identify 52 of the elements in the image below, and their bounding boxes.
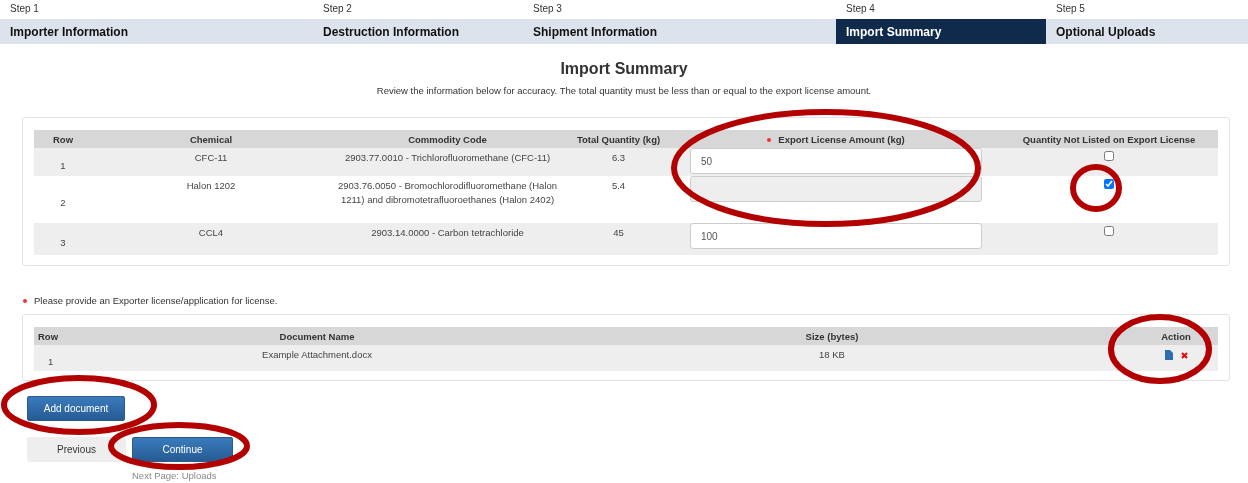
step-tab[interactable]: Import Summary bbox=[836, 19, 1046, 44]
table-cell: Example Attachment.docx bbox=[104, 345, 530, 371]
table-cell: 1 bbox=[34, 345, 104, 371]
next-page-hint: Next Page: Uploads bbox=[132, 470, 217, 481]
step-tab[interactable]: Optional Uploads bbox=[1046, 19, 1248, 44]
instructions-text: Review the information below for accuracy. The total quantity must be less than or equal to the export license amount. bbox=[376, 85, 872, 96]
add-document-button[interactable]: Add document bbox=[27, 396, 125, 421]
step-number: Step 5 bbox=[1055, 2, 1085, 16]
not-listed-checkbox[interactable] bbox=[1104, 226, 1114, 236]
page-title: Import Summary bbox=[560, 60, 688, 78]
required-icon bbox=[23, 298, 27, 303]
annotation-ellipse bbox=[1070, 164, 1122, 212]
table-cell: CFC-11 bbox=[92, 148, 330, 176]
step-number: Step 2 bbox=[322, 2, 352, 16]
column-header: Export License Amount (kg) bbox=[672, 130, 1000, 148]
column-header: Row bbox=[34, 130, 92, 148]
step-tab[interactable]: Importer Information bbox=[0, 19, 313, 44]
continue-button[interactable]: Continue bbox=[132, 437, 233, 462]
required-icon bbox=[767, 138, 772, 142]
table-cell: 18 KB bbox=[530, 345, 1134, 371]
column-header: Chemical bbox=[92, 130, 330, 148]
table-cell: CCL4 bbox=[92, 223, 330, 255]
column-header: Total Quantity (kg) bbox=[565, 130, 672, 148]
table-cell: 2 bbox=[34, 176, 92, 223]
previous-button[interactable]: Previous bbox=[27, 437, 126, 462]
table-cell: 2903.77.0010 - Trichlorofluoromethane (CFC-11) bbox=[330, 148, 565, 176]
step-number: Step 4 bbox=[845, 2, 875, 16]
step-number: Step 1 bbox=[9, 2, 39, 16]
required-note: Please provide an Exporter license/application for license. bbox=[34, 295, 278, 306]
amount-field[interactable]: 100 bbox=[690, 223, 982, 249]
column-header: Document Name bbox=[104, 327, 530, 345]
step-tab[interactable]: Shipment Information bbox=[523, 19, 836, 44]
table-cell: 2903.14.0000 - Carbon tetrachloride bbox=[330, 223, 565, 255]
not-listed-checkbox[interactable] bbox=[1104, 179, 1114, 189]
table-cell: Halon 1202 bbox=[92, 176, 330, 223]
table-cell: 6.3 bbox=[565, 148, 672, 176]
table-cell: 3 bbox=[34, 223, 92, 255]
amount-field[interactable]: 50 bbox=[690, 148, 982, 174]
column-header: Action bbox=[1134, 327, 1218, 345]
step-tab[interactable]: Destruction Information bbox=[313, 19, 523, 44]
column-header: Commodity Code bbox=[330, 130, 565, 148]
column-header: Row bbox=[34, 327, 104, 345]
table-cell: 45 bbox=[565, 223, 672, 255]
table-cell: 2903.76.0050 - Bromochlorodifluoromethane (Halon 1211) and dibromotetrafluoroethanes (Halon 2402) bbox=[330, 176, 565, 223]
not-listed-checkbox[interactable] bbox=[1104, 151, 1114, 161]
column-header: Size (bytes) bbox=[530, 327, 1134, 345]
step-number: Step 3 bbox=[532, 2, 562, 16]
delete-icon[interactable] bbox=[1180, 351, 1188, 359]
document-icon[interactable] bbox=[1164, 350, 1173, 360]
table-cell: 5.4 bbox=[565, 176, 672, 223]
table-cell: 1 bbox=[34, 148, 92, 176]
column-header: Quantity Not Listed on Export License bbox=[1000, 130, 1218, 148]
